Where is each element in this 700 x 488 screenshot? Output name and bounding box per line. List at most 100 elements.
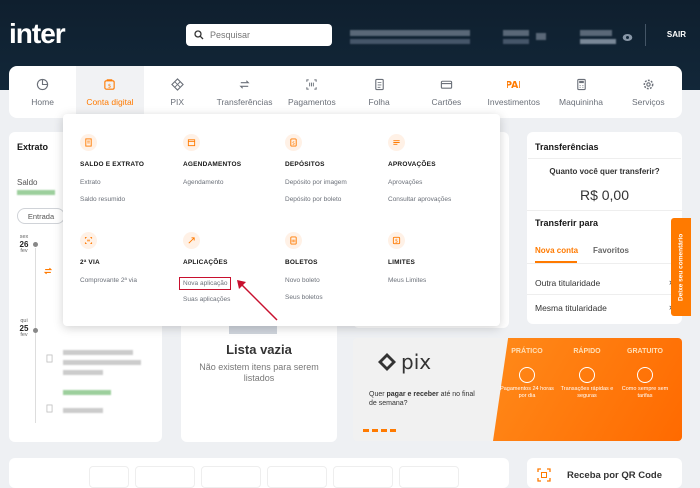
deposit-icon: $ [285, 134, 302, 151]
divider [528, 158, 681, 159]
shortcut-tile[interactable] [399, 466, 459, 488]
qrcode-icon [537, 468, 551, 482]
link-suas-aplicacoes[interactable]: Suas aplicações [183, 296, 231, 303]
transfer-card: Transferências Quanto você quer transfer… [527, 132, 682, 324]
nav-transferencias[interactable]: Transferências [211, 66, 278, 118]
link-consultar-aprovacoes[interactable]: Consultar aprovações [388, 196, 451, 203]
section-limites: $ LIMITES Meus Limites [388, 232, 426, 284]
option-outra-titularidade[interactable]: Outra titularidade [535, 278, 600, 288]
nav-label: Cartões [431, 96, 462, 107]
link-comprovante[interactable]: Comprovante 2ª via [80, 277, 137, 284]
link-deposito-imagem[interactable]: Depósito por imagem [285, 179, 347, 186]
barcode-icon [306, 78, 317, 90]
card-icon [440, 80, 453, 89]
nav-label: Pagamentos [287, 96, 336, 107]
highlight-box[interactable]: Nova aplicação [179, 277, 232, 290]
day-label: 25 [19, 324, 29, 333]
transfer-icon [43, 267, 53, 275]
feedback-tab[interactable]: Deixe seu comentário [671, 218, 691, 316]
link-saldo-resumido[interactable]: Saldo resumido [80, 196, 144, 203]
transfer-amount[interactable]: R$ 0,00 [527, 187, 682, 203]
empty-title: Lista vazia [226, 342, 292, 357]
section-segunda-via: 2ª VIA Comprovante 2ª via [80, 232, 137, 284]
search-box[interactable] [186, 24, 332, 46]
nav-label: PIX [170, 96, 185, 107]
transaction-blurred[interactable] [63, 408, 103, 413]
link-deposito-boleto[interactable]: Depósito por boleto [285, 196, 347, 203]
qr-card[interactable]: Receba por QR Code [527, 458, 682, 488]
search-input[interactable] [210, 30, 320, 40]
document-icon [374, 78, 384, 90]
shortcut-tile[interactable] [201, 466, 261, 488]
link-agendamento[interactable]: Agendamento [183, 179, 241, 186]
nav-label: Conta digital [86, 96, 134, 107]
shortcut-tile[interactable] [267, 466, 327, 488]
saldo-value-blurred [17, 190, 55, 195]
inter-logo[interactable]: inter [9, 18, 66, 50]
divider [527, 210, 682, 211]
calculator-icon [576, 78, 586, 90]
divider [527, 294, 682, 295]
section-saldo-extrato: SALDO E EXTRATO Extrato Saldo resumido [80, 134, 144, 203]
nav-maquininha[interactable]: Maquininha [547, 66, 614, 118]
gear-icon [643, 79, 654, 89]
carousel-dots[interactable] [363, 429, 399, 432]
link-seus-boletos[interactable]: Seus boletos [285, 294, 323, 301]
nav-servicos[interactable]: Serviços [615, 66, 682, 118]
transaction-value-blurred [63, 390, 111, 395]
nav-home[interactable]: Home [9, 66, 76, 118]
calendar-icon [183, 134, 200, 151]
wallet-icon: $ [104, 78, 116, 90]
transaction-blurred[interactable] [63, 350, 133, 355]
approval-icon [388, 134, 405, 151]
nav-cartoes[interactable]: Cartões [413, 66, 480, 118]
pix-feature-gratuito: GRATUITO Como sempre sem tarifas [618, 348, 672, 400]
date-badge: sex 26 fev [17, 234, 31, 255]
pix-banner-text-bold: pagar e receber [386, 391, 439, 398]
nav-investimentos[interactable]: PAI Investimentos [480, 66, 547, 118]
qr-title: Receba por QR Code [567, 470, 663, 481]
nav-label: Transferências [216, 96, 273, 107]
investment-icon [183, 232, 200, 249]
nav-folha[interactable]: Folha [345, 66, 412, 118]
nav-conta-digital[interactable]: $ Conta digital [76, 66, 144, 118]
link-extrato[interactable]: Extrato [80, 179, 144, 186]
account-chevron-blurred[interactable] [536, 33, 546, 40]
tab-nova-conta[interactable]: Nova conta [535, 246, 578, 255]
pie-chart-icon [36, 78, 49, 90]
link-novo-boleto[interactable]: Novo boleto [285, 277, 323, 284]
eye-icon[interactable] [622, 33, 633, 42]
link-aprovacoes[interactable]: Aprovações [388, 179, 451, 186]
shortcut-tile[interactable] [135, 466, 195, 488]
section-title: APLICAÇÕES [183, 259, 228, 266]
section-title: LIMITES [388, 259, 416, 266]
divider [527, 263, 682, 264]
investment-icon: PAI [507, 80, 520, 91]
transfer-title: Transferências [535, 142, 599, 152]
free-icon [637, 367, 653, 383]
day-label: 26 [19, 240, 29, 249]
conta-digital-dropdown: SALDO E EXTRATO Extrato Saldo resumido A… [63, 114, 500, 326]
logout-button[interactable]: SAIR [667, 30, 686, 39]
link-meus-limites[interactable]: Meus Limites [388, 277, 426, 284]
account-info-blurred-2 [350, 39, 470, 44]
month-label: fev [20, 332, 28, 338]
link-nova-aplicacao[interactable]: Nova aplicação [179, 277, 232, 290]
barcode-icon [80, 232, 97, 249]
account-label-blurred [503, 30, 529, 36]
shortcut-tile[interactable] [89, 466, 129, 488]
section-boletos: BOLETOS Novo boleto Seus boletos [285, 232, 323, 301]
pix-banner[interactable]: pix Quer pagar e receber até no final de… [353, 338, 682, 441]
saldo-label: Saldo [17, 178, 38, 187]
nav-label: Investimentos [487, 96, 540, 107]
shortcut-tile[interactable] [333, 466, 393, 488]
nav-pagamentos[interactable]: Pagamentos [278, 66, 345, 118]
nav-label: Home [31, 96, 54, 107]
pix-logo-text: pix [401, 350, 432, 374]
feature-desc: Transações rápidas e seguras [560, 386, 614, 399]
filter-entrada[interactable]: Entrada [17, 208, 65, 224]
option-mesma-titularidade[interactable]: Mesma titularidade [535, 303, 607, 313]
pix-banner-text: Quer pagar e receber até no final de sem… [369, 390, 481, 408]
nav-pix[interactable]: PIX [144, 66, 211, 118]
tab-favoritos[interactable]: Favoritos [593, 246, 629, 255]
